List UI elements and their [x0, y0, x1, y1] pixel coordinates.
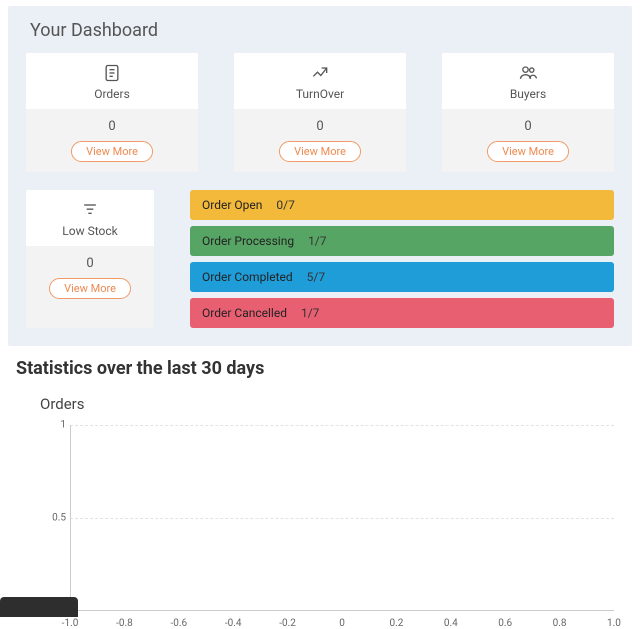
stat-label: Buyers: [442, 87, 614, 101]
order-status-column: Order Open 0/7 Order Processing 1/7 Orde…: [190, 190, 614, 328]
users-icon: [442, 63, 614, 83]
status-bar-processing[interactable]: Order Processing 1/7: [190, 226, 614, 256]
status-count: 1/7: [308, 234, 326, 248]
orders-icon: [26, 63, 198, 83]
dashboard-title: Your Dashboard: [30, 20, 614, 41]
status-label: Order Processing: [202, 234, 294, 248]
stat-card-buyers: Buyers 0 View More: [442, 53, 614, 172]
status-label: Order Cancelled: [202, 306, 287, 320]
status-bar-open[interactable]: Order Open 0/7: [190, 190, 614, 220]
y-tick: 1: [46, 420, 66, 431]
stat-row-top: Orders 0 View More TurnOver 0 View More …: [26, 53, 614, 172]
stat-label: Orders: [26, 87, 198, 101]
stat-row-bottom: Low Stock 0 View More Order Open 0/7 Ord…: [26, 190, 614, 328]
x-tick: 0.8: [553, 618, 567, 629]
view-more-button[interactable]: View More: [71, 141, 153, 162]
dashboard-panel: Your Dashboard Orders 0 View More TurnOv…: [8, 6, 632, 346]
stat-card-head: Low Stock: [26, 190, 154, 246]
x-tick: -1.0: [62, 618, 79, 629]
x-tick: 0.2: [389, 618, 403, 629]
view-more-button[interactable]: View More: [279, 141, 361, 162]
status-label: Order Completed: [202, 270, 293, 284]
orders-chart: Orders 1 0.5 0 -1.0 -0.8 -0.6 -0.4 -0.2 …: [16, 395, 624, 629]
x-tick: 0.6: [498, 618, 512, 629]
status-count: 1/7: [301, 306, 319, 320]
stat-card-turnover: TurnOver 0 View More: [234, 53, 406, 172]
stat-card-orders: Orders 0 View More: [26, 53, 198, 172]
view-more-button[interactable]: View More: [49, 278, 131, 299]
x-tick: -0.2: [279, 618, 296, 629]
chart-canvas: 1 0.5 0 -1.0 -0.8 -0.6 -0.4 -0.2 0 0.2 0…: [46, 419, 614, 629]
chart-title: Orders: [40, 395, 624, 413]
stat-label: TurnOver: [234, 87, 406, 101]
stat-value: 0: [442, 119, 614, 134]
stat-card-head: Buyers: [442, 53, 614, 109]
trend-up-icon: [234, 63, 406, 83]
x-axis: -1.0 -0.8 -0.6 -0.4 -0.2 0 0.2 0.4 0.6 0…: [70, 615, 614, 629]
x-tick: 1.0: [607, 618, 621, 629]
stat-value: 0: [26, 256, 154, 271]
status-count: 5/7: [307, 270, 325, 284]
status-bar-completed[interactable]: Order Completed 5/7: [190, 262, 614, 292]
x-tick: -0.6: [170, 618, 187, 629]
statistics-title: Statistics over the last 30 days: [16, 358, 640, 379]
x-tick: 0.4: [444, 618, 458, 629]
view-more-button[interactable]: View More: [487, 141, 569, 162]
stat-card-head: Orders: [26, 53, 198, 109]
status-label: Order Open: [202, 198, 262, 212]
x-tick: -0.8: [116, 618, 133, 629]
bottom-widget[interactable]: [0, 597, 78, 617]
stat-value: 0: [26, 119, 198, 134]
status-count: 0/7: [276, 198, 294, 212]
y-tick: 0.5: [46, 513, 66, 524]
stat-label: Low Stock: [26, 224, 154, 238]
plot-area: [70, 425, 614, 611]
stat-card-low-stock: Low Stock 0 View More: [26, 190, 154, 328]
stat-value: 0: [234, 119, 406, 134]
x-tick: 0: [339, 618, 345, 629]
status-bar-cancelled[interactable]: Order Cancelled 1/7: [190, 298, 614, 328]
stat-card-head: TurnOver: [234, 53, 406, 109]
filter-icon: [26, 200, 154, 220]
x-tick: -0.4: [225, 618, 242, 629]
